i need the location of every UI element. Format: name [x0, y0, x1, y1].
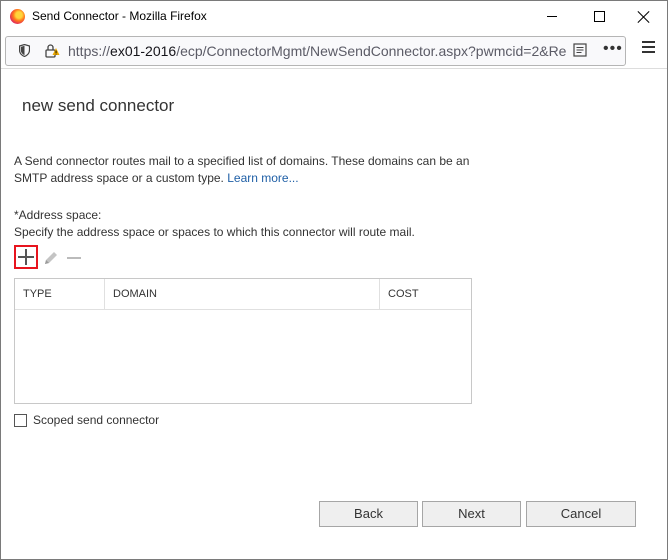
grid-header: TYPE DOMAIN COST: [15, 279, 471, 310]
page-content: new send connector A Send connector rout…: [1, 69, 667, 559]
close-icon: [638, 11, 650, 23]
learn-more-link[interactable]: Learn more...: [227, 171, 298, 185]
maximize-icon: [593, 11, 605, 22]
cancel-button[interactable]: Cancel: [526, 501, 636, 527]
address-bar-area: https://ex01-2016/ecp/ConnectorMgmt/NewS…: [1, 32, 667, 69]
scoped-checkbox-label: Scoped send connector: [33, 413, 160, 427]
address-space-help: Specify the address space or spaces to w…: [14, 225, 415, 239]
url-prefix: https://: [68, 43, 111, 59]
back-button[interactable]: Back: [319, 501, 418, 527]
browser-window: Send Connector - Mozilla Firefox https:/…: [0, 0, 668, 560]
description-text: A Send connector routes mail to a specif…: [14, 153, 484, 187]
page-actions-more-icon[interactable]: •••: [603, 40, 623, 58]
minimize-button[interactable]: [529, 1, 575, 32]
next-button[interactable]: Next: [422, 501, 521, 527]
reader-view-icon[interactable]: [573, 43, 587, 57]
minimize-icon: [547, 16, 557, 17]
title-bar: Send Connector - Mozilla Firefox: [1, 1, 667, 32]
maximize-button[interactable]: [576, 1, 622, 32]
url-field[interactable]: https://ex01-2016/ecp/ConnectorMgmt/NewS…: [5, 36, 626, 66]
url-host: ex01-2016: [110, 43, 177, 59]
column-header-cost[interactable]: COST: [380, 279, 471, 309]
close-button[interactable]: [621, 1, 667, 32]
window-title: Send Connector - Mozilla Firefox: [32, 9, 207, 23]
scoped-send-connector-option[interactable]: Scoped send connector: [14, 413, 159, 427]
insecure-lock-icon[interactable]: [44, 43, 60, 59]
address-space-grid[interactable]: TYPE DOMAIN COST: [14, 278, 472, 404]
page-title: new send connector: [22, 96, 175, 115]
column-header-domain[interactable]: DOMAIN: [105, 279, 380, 309]
scoped-checkbox[interactable]: [14, 413, 27, 427]
add-icon[interactable]: [14, 245, 38, 269]
remove-icon[interactable]: [67, 257, 81, 259]
shield-icon[interactable]: [19, 44, 30, 57]
hamburger-menu-icon[interactable]: [642, 41, 655, 53]
url-text[interactable]: https://ex01-2016/ecp/ConnectorMgmt/NewS…: [68, 43, 568, 59]
address-space-label: *Address space:: [14, 208, 102, 222]
edit-pencil-icon[interactable]: [42, 249, 60, 267]
firefox-icon: [10, 9, 25, 24]
url-path: /ecp/ConnectorMgmt/NewSendConnector.aspx…: [176, 43, 567, 59]
column-header-type[interactable]: TYPE: [15, 279, 105, 309]
